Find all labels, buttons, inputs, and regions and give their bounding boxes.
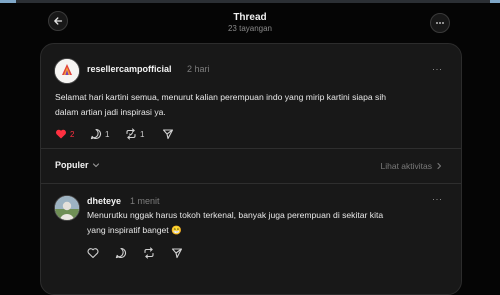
heart-icon [87,247,99,259]
chevron-right-icon [435,162,443,170]
post-text-line1: Selamat hari kartini semua, menurut kali… [55,92,387,102]
post-username[interactable]: resellercampofficial [87,64,172,74]
repost-icon [143,247,155,259]
view-activity-label: Lihat aktivitas [380,161,433,171]
page-title: Thread [233,12,267,23]
view-count: 23 tayangan [227,24,273,33]
like-button[interactable]: 2 [55,128,74,140]
post-more-icon[interactable]: ··· [432,64,443,74]
repost-button[interactable]: 1 [125,128,144,140]
post-time: 2 hari [187,64,210,74]
reply-time: 1 menit [130,196,160,206]
repost-icon [125,128,137,140]
post-avatar[interactable] [54,58,80,84]
comment-count: 1 [105,129,110,139]
reply-text-line1: Menurutku nggak harus tokoh terkenal, ba… [87,210,384,220]
thread-card: resellercampofficial 2 hari ··· Selamat … [40,43,462,295]
reply-more-icon[interactable]: ··· [432,194,443,204]
reply-username[interactable]: dheteye [87,196,121,206]
chevron-down-icon [92,161,100,169]
reply-share-button[interactable] [171,247,183,259]
divider [41,148,461,149]
post-text-line2: dalam artian jadi inspirasi ya. [55,107,166,117]
sort-dropdown[interactable]: Populer [55,160,100,170]
view-activity-link[interactable]: Lihat aktivitas [381,161,444,171]
comment-icon [90,128,102,140]
thread-header: Thread 23 tayangan [0,0,500,42]
share-button[interactable] [162,128,174,140]
thread-more-button[interactable] [430,13,450,33]
sort-label: Populer [55,160,89,170]
reseller-logo-icon [55,59,79,83]
like-count: 2 [70,129,75,139]
comment-icon [115,247,127,259]
heart-filled-icon [55,128,67,140]
divider [41,183,461,184]
reply-like-button[interactable] [87,247,99,259]
send-icon [171,247,183,259]
profile-photo-icon [55,196,79,220]
more-horizontal-icon [435,18,445,28]
reply-repost-button[interactable] [143,247,155,259]
reply-text-line2: yang inspiratif banget 😁 [87,225,182,235]
send-icon [162,128,174,140]
reply-avatar[interactable] [54,195,80,221]
repost-count: 1 [140,129,145,139]
comment-button[interactable]: 1 [90,128,109,140]
reply-comment-button[interactable] [115,247,127,259]
